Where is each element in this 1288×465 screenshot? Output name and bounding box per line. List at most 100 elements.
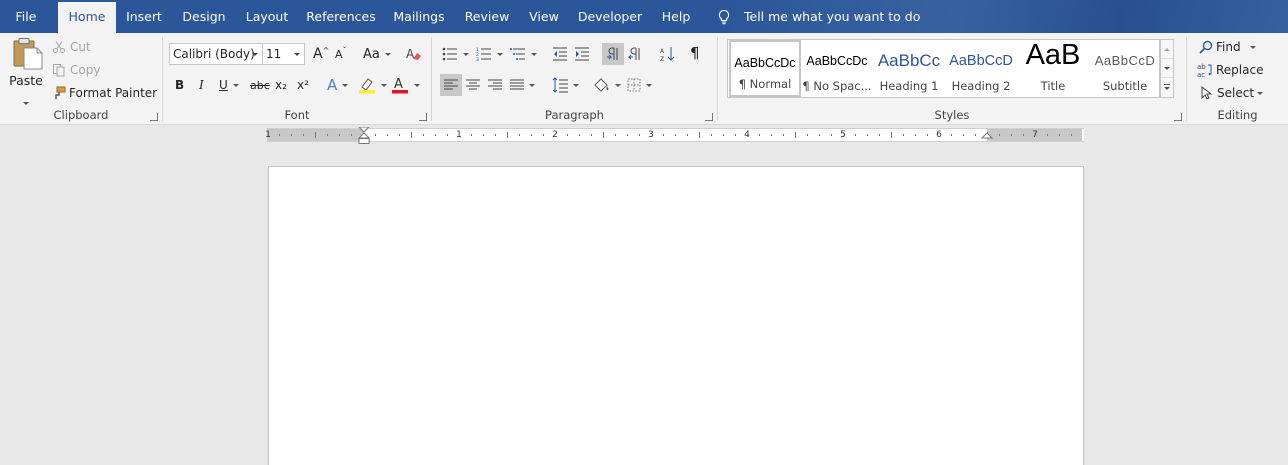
numbering-button[interactable]: 123 bbox=[476, 45, 503, 63]
tab-developer[interactable]: Developer bbox=[576, 0, 644, 33]
style-preview: AaBbCcDc bbox=[806, 54, 868, 68]
show-formatting-button[interactable]: ¶ bbox=[690, 43, 700, 63]
gallery-scroll-up-button[interactable] bbox=[1161, 40, 1173, 59]
style-name: Subtitle bbox=[1102, 79, 1148, 93]
highlighter-icon bbox=[359, 78, 375, 94]
tab-help[interactable]: Help bbox=[654, 0, 698, 33]
pilcrow-icon: ¶ bbox=[690, 44, 700, 62]
format-painter-button[interactable]: Format Painter bbox=[52, 84, 157, 102]
tab-home[interactable]: Home bbox=[58, 2, 116, 33]
underline-button[interactable]: U bbox=[219, 76, 239, 94]
underline-icon: U bbox=[219, 78, 228, 92]
clipboard-group-label: Clipboard bbox=[53, 108, 109, 122]
gallery-more-button[interactable] bbox=[1161, 78, 1173, 97]
tab-view[interactable]: View bbox=[522, 0, 566, 33]
tab-insert[interactable]: Insert bbox=[120, 0, 168, 33]
font-family-select[interactable]: Calibri (Body) bbox=[169, 43, 263, 65]
ruler-tick bbox=[663, 134, 664, 136]
sort-button[interactable]: AZ bbox=[660, 45, 676, 63]
indent-markers[interactable] bbox=[358, 127, 370, 145]
sort-az-icon: AZ bbox=[660, 47, 675, 62]
ruler-tick bbox=[999, 134, 1000, 136]
justify-button[interactable] bbox=[510, 76, 535, 94]
tab-layout[interactable]: Layout bbox=[240, 0, 294, 33]
style-name: Heading 2 bbox=[951, 79, 1011, 93]
paragraph-dialog-launcher[interactable] bbox=[705, 113, 713, 121]
tab-review[interactable]: Review bbox=[460, 0, 514, 33]
find-button[interactable]: Find bbox=[1199, 38, 1256, 56]
tab-references[interactable]: References bbox=[302, 0, 380, 33]
style-normal[interactable]: AaBbCcDc ¶ Normal bbox=[729, 40, 801, 97]
increase-indent-button[interactable] bbox=[574, 45, 590, 63]
ruler-tick bbox=[1071, 134, 1072, 136]
select-button[interactable]: Select bbox=[1199, 84, 1264, 102]
ruler-tick bbox=[411, 132, 412, 138]
bullets-button[interactable] bbox=[442, 45, 469, 63]
subscript-button[interactable]: x₂ bbox=[275, 76, 287, 94]
shrink-font-icon: A bbox=[335, 47, 343, 61]
italic-button[interactable]: I bbox=[199, 76, 204, 94]
highlight-color-button[interactable] bbox=[358, 75, 387, 95]
font-size-select[interactable]: 11 bbox=[262, 43, 305, 65]
document-page[interactable] bbox=[268, 166, 1084, 465]
style-heading-1[interactable]: AaBbCc Heading 1 bbox=[873, 40, 945, 97]
change-case-button[interactable]: Aa bbox=[363, 45, 391, 63]
cut-button[interactable]: Cut bbox=[52, 38, 91, 56]
copy-label: Copy bbox=[70, 63, 101, 77]
clear-formatting-button[interactable]: A bbox=[406, 45, 422, 63]
gallery-scroll-down-button[interactable] bbox=[1161, 59, 1173, 78]
horizontal-ruler[interactable]: 1 1 2 3 4 5 6 7 bbox=[265, 127, 1084, 145]
tell-me-label: Tell me what you want to do bbox=[744, 9, 921, 24]
paint-bucket-icon bbox=[594, 78, 609, 92]
right-indent-marker[interactable] bbox=[981, 132, 993, 142]
ruler-number: 1 bbox=[456, 130, 462, 140]
style-heading-2[interactable]: AaBbCcD Heading 2 bbox=[945, 40, 1017, 97]
svg-text:A: A bbox=[394, 77, 403, 92]
right-to-left-button[interactable] bbox=[628, 45, 642, 63]
replace-button[interactable]: ab ac Replace bbox=[1197, 61, 1263, 79]
text-effects-icon: A bbox=[327, 76, 338, 94]
line-spacing-button[interactable] bbox=[552, 75, 579, 95]
ruler-tick bbox=[831, 134, 832, 136]
superscript-button[interactable]: x² bbox=[297, 76, 309, 94]
ruler-tick bbox=[903, 134, 904, 136]
shading-button[interactable] bbox=[592, 75, 621, 95]
style-no-spacing[interactable]: AaBbCcDc ¶ No Spac... bbox=[801, 40, 873, 97]
font-color-button[interactable]: A bbox=[391, 75, 420, 95]
tab-design[interactable]: Design bbox=[176, 0, 232, 33]
decrease-indent-button[interactable] bbox=[552, 45, 568, 63]
style-title[interactable]: AaB Title bbox=[1017, 40, 1089, 97]
decrease-indent-icon bbox=[553, 47, 567, 61]
ruler-tick bbox=[723, 134, 724, 136]
ruler-tick bbox=[807, 134, 808, 136]
align-right-button[interactable] bbox=[488, 76, 502, 94]
borders-icon bbox=[627, 78, 641, 92]
text-effects-button[interactable]: A bbox=[327, 75, 349, 95]
strikethrough-button[interactable]: abc bbox=[250, 76, 270, 94]
svg-text:Z: Z bbox=[660, 56, 664, 62]
ruler-number: 3 bbox=[648, 130, 654, 140]
ruler-number: 6 bbox=[936, 130, 942, 140]
clipboard-dialog-launcher[interactable] bbox=[150, 113, 158, 121]
ruler-tick bbox=[927, 134, 928, 136]
font-dialog-launcher[interactable] bbox=[419, 113, 427, 121]
grow-font-button[interactable]: A ^ bbox=[313, 45, 329, 63]
align-center-button[interactable] bbox=[466, 76, 480, 94]
tab-file[interactable]: File bbox=[0, 0, 52, 33]
ruler-tick bbox=[879, 134, 880, 136]
paste-button[interactable]: Paste bbox=[6, 37, 46, 105]
left-to-right-button[interactable] bbox=[602, 43, 624, 65]
multilevel-list-button[interactable] bbox=[510, 45, 537, 63]
ruler-number: 2 bbox=[552, 130, 558, 140]
borders-button[interactable] bbox=[627, 75, 652, 95]
copy-button[interactable]: Copy bbox=[52, 61, 100, 79]
shrink-font-button[interactable]: Aˇ bbox=[335, 45, 347, 63]
styles-dialog-launcher[interactable] bbox=[1174, 113, 1182, 121]
bold-button[interactable]: B bbox=[175, 76, 184, 94]
tell-me-search[interactable]: Tell me what you want to do bbox=[716, 0, 936, 33]
tab-mailings[interactable]: Mailings bbox=[388, 0, 450, 33]
style-subtitle[interactable]: AaBbCcD Subtitle bbox=[1089, 40, 1161, 97]
eraser-icon: A bbox=[406, 47, 421, 61]
replace-icon: abac bbox=[1197, 63, 1212, 78]
align-left-button[interactable] bbox=[440, 74, 462, 96]
